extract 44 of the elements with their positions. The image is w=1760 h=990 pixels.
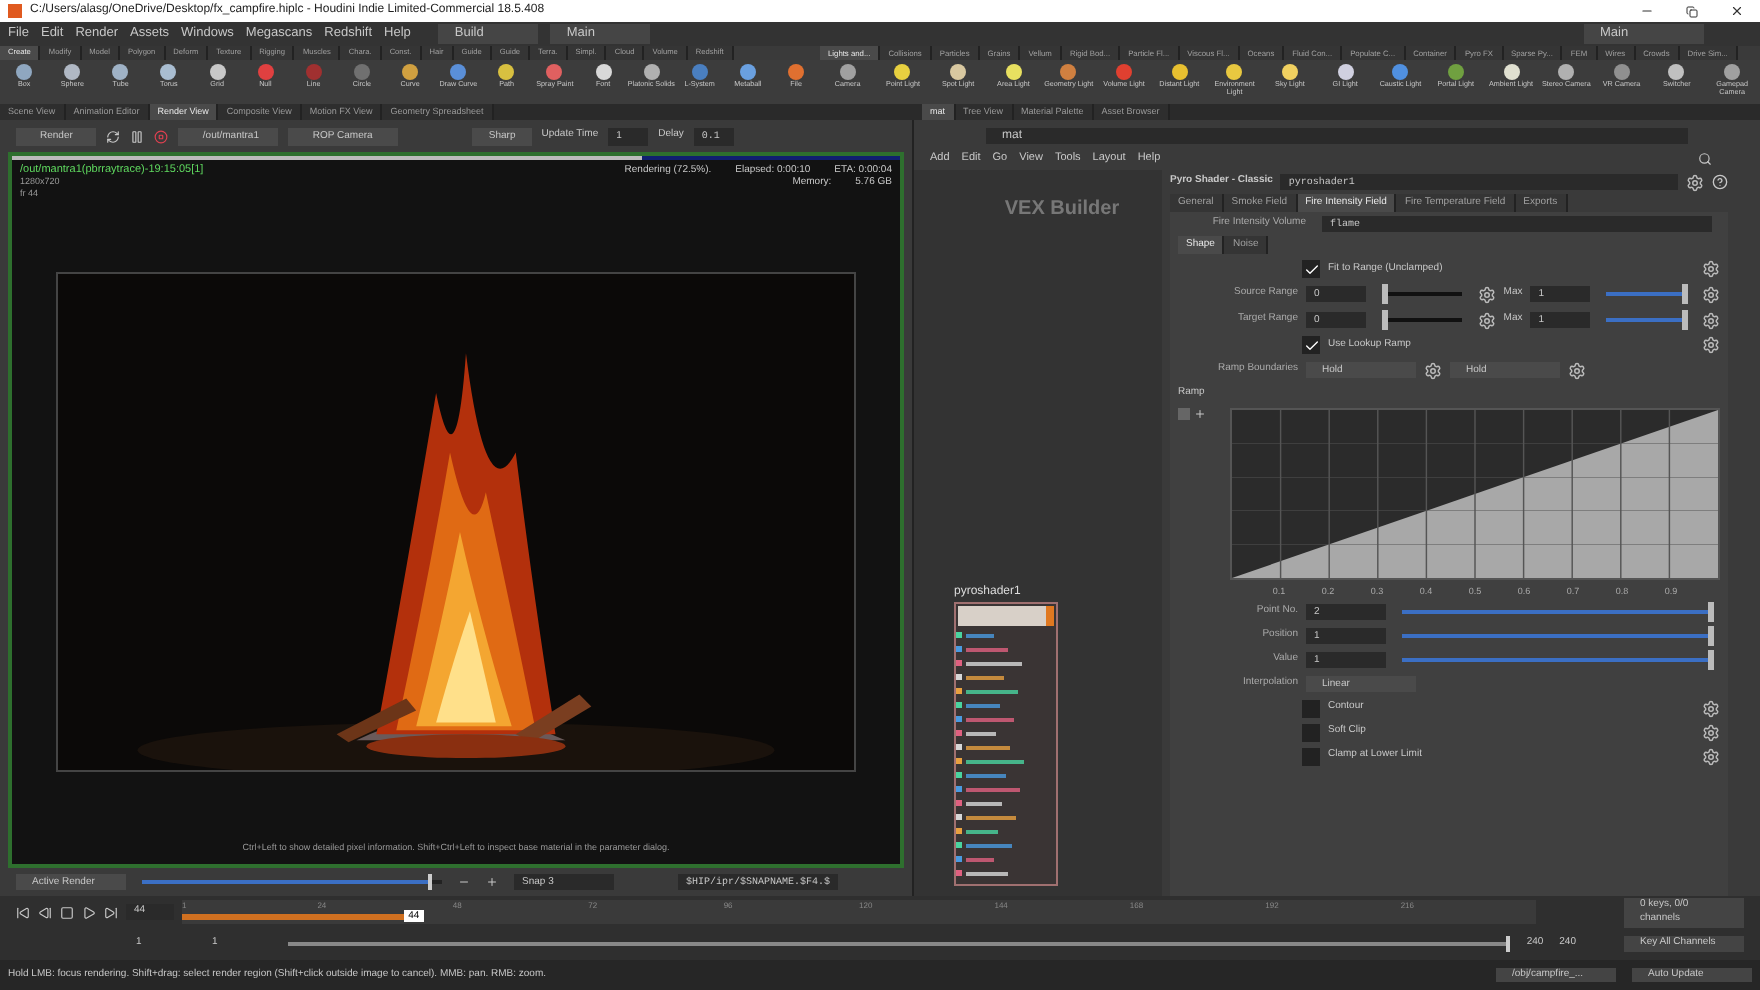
checkbox[interactable] [1302,260,1320,278]
slider-handle[interactable] [1682,310,1689,330]
refresh-icon[interactable] [106,129,121,143]
minus-icon[interactable] [458,876,470,888]
settings-icon[interactable] [1424,361,1442,379]
skip-forward-icon[interactable] [104,905,118,919]
plus-icon[interactable] [486,876,498,888]
settings-icon[interactable] [1702,723,1720,741]
checkbox[interactable] [1302,747,1320,765]
checkbox[interactable] [1302,699,1320,717]
step-back-icon[interactable] [38,905,52,919]
slider-handle[interactable] [427,874,431,890]
slider-handle[interactable] [1708,650,1714,670]
minimize-icon[interactable] [1640,4,1654,18]
settings-icon[interactable] [1686,173,1704,191]
settings-icon[interactable] [1477,285,1496,303]
slider-handle[interactable] [1682,284,1689,304]
plus-icon[interactable] [1194,407,1206,419]
settings-icon[interactable] [1477,311,1496,329]
settings-icon[interactable] [1568,361,1586,379]
help-icon[interactable] [1712,174,1728,190]
stop-icon[interactable] [60,905,74,919]
settings-icon[interactable] [1702,747,1720,765]
shader-node-drawing[interactable] [954,602,1058,886]
slider-handle[interactable] [1506,936,1511,952]
skip-back-icon[interactable] [16,905,30,919]
search-icon[interactable] [1698,152,1712,166]
ramp-graph-drawing[interactable] [1232,409,1718,577]
slider-handle[interactable] [1708,626,1714,646]
pause-icon[interactable] [130,129,145,143]
settings-icon[interactable] [1702,699,1720,717]
settings-icon[interactable] [1702,260,1720,278]
settings-icon[interactable] [1702,336,1720,354]
close-icon[interactable] [1730,4,1744,18]
app-logo-icon [8,4,22,18]
maximize-icon[interactable] [1686,5,1698,17]
checkbox[interactable] [1302,336,1320,354]
play-icon[interactable] [82,905,96,919]
stop-icon[interactable] [154,129,169,143]
settings-icon[interactable] [1702,285,1721,303]
checkbox[interactable] [1302,723,1320,741]
settings-icon[interactable] [1702,311,1721,329]
context-label: VEX Builder [1004,196,1120,224]
slider-handle[interactable] [1708,602,1714,622]
